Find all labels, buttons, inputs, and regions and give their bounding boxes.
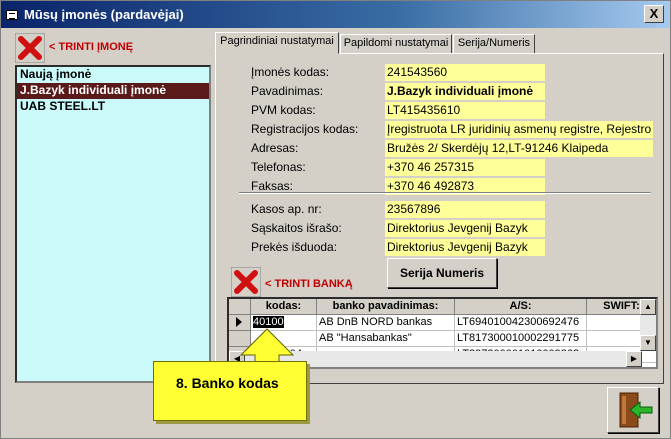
vat-code-label: PVM kodas: — [251, 103, 316, 117]
registration-code-label: Registracijos kodas: — [251, 122, 359, 136]
cash-register-number-field[interactable]: 23567896 — [385, 201, 545, 218]
goods-issuer-label: Prekės išduoda: — [251, 240, 338, 254]
company-list-item[interactable]: J.Bazyk individuali įmonė — [17, 83, 209, 99]
company-list-item[interactable]: UAB STEEL.LT — [17, 99, 209, 115]
address-field[interactable]: Bružės 2/ Skerdėjų 12,LT-91246 Klaipeda — [385, 140, 653, 157]
cash-register-number-label: Kasos ap. nr: — [251, 202, 322, 216]
window-title: Mūsų įmonės (pardavėjai) — [24, 7, 184, 22]
scroll-right-icon[interactable]: ▶ — [626, 351, 642, 367]
phone-label: Telefonas: — [251, 160, 306, 174]
goods-issuer-field[interactable]: Direktorius Jevgenij Bazyk — [385, 239, 545, 256]
delete-company-label: < TRINTI ĮMONĘ — [49, 41, 134, 53]
grid-corner — [229, 299, 251, 315]
company-name-label: Pavadinimas: — [251, 84, 324, 98]
exit-door-icon — [619, 392, 653, 428]
delete-bank-label: < TRINTI BANKĄ — [265, 278, 353, 290]
phone-field[interactable]: +370 46 257315 — [385, 159, 545, 176]
exit-button[interactable] — [607, 387, 659, 433]
separator — [239, 192, 651, 194]
statement-issuer-label: Sąskaitos išrašo: — [251, 221, 342, 235]
col-header-code[interactable]: kodas: — [251, 299, 317, 315]
scroll-up-icon[interactable]: ▲ — [640, 299, 656, 315]
grid-cell[interactable]: AB DnB NORD bankas — [317, 315, 455, 331]
grid-cell[interactable]: LT817300010002291775 — [455, 331, 587, 347]
callout-text: 8. Banko kodas — [176, 375, 279, 391]
registration-code-field[interactable]: Įregistruota LR juridinių asmenų registr… — [385, 121, 653, 138]
current-row-icon — [236, 317, 242, 327]
vat-code-field[interactable]: LT415435610 — [385, 102, 545, 119]
fax-label: Faksas: — [251, 179, 294, 193]
close-button[interactable]: X — [644, 5, 664, 23]
company-name-field[interactable]: J.Bazyk individuali įmonė — [385, 83, 545, 100]
company-list-item[interactable]: Naują įmonė — [17, 67, 209, 83]
company-code-label: Įmonės kodas: — [251, 65, 330, 79]
serija-numeris-button[interactable]: Serija Numeris — [387, 258, 497, 288]
delete-bank-icon[interactable] — [231, 267, 261, 297]
grid-vertical-scrollbar[interactable]: ▲ ▼ — [640, 299, 656, 351]
company-window: Mūsų įmonės (pardavėjai) X < TRINTI ĮMON… — [0, 0, 671, 439]
statement-issuer-field[interactable]: Direktorius Jevgenij Bazyk — [385, 220, 545, 237]
col-header-bank-name[interactable]: banko pavadinimas: — [317, 299, 455, 315]
grid-cell[interactable]: LT694010042300692476 — [455, 315, 587, 331]
grid-cell[interactable]: AB "Hansabankas" — [317, 331, 455, 347]
scroll-down-icon[interactable]: ▼ — [640, 335, 656, 351]
delete-company-icon[interactable] — [15, 33, 45, 63]
tab-additional-settings[interactable]: Papildomi nustatymai — [340, 34, 452, 54]
company-list[interactable]: Naują įmonė J.Bazyk individuali įmonė UAB … — [15, 65, 211, 383]
tab-series-number[interactable]: Serija/Numeris — [453, 34, 535, 54]
col-header-account[interactable]: A/S: — [455, 299, 587, 315]
tab-basic-settings[interactable]: Pagrindiniai nustatymai — [215, 32, 339, 54]
title-bar: Mūsų įmonės (pardavėjai) X — [1, 1, 670, 28]
address-label: Adresas: — [251, 141, 299, 155]
window-icon — [6, 9, 18, 20]
company-code-field[interactable]: 241543560 — [385, 64, 545, 81]
callout-box: 8. Banko kodas — [153, 361, 307, 421]
